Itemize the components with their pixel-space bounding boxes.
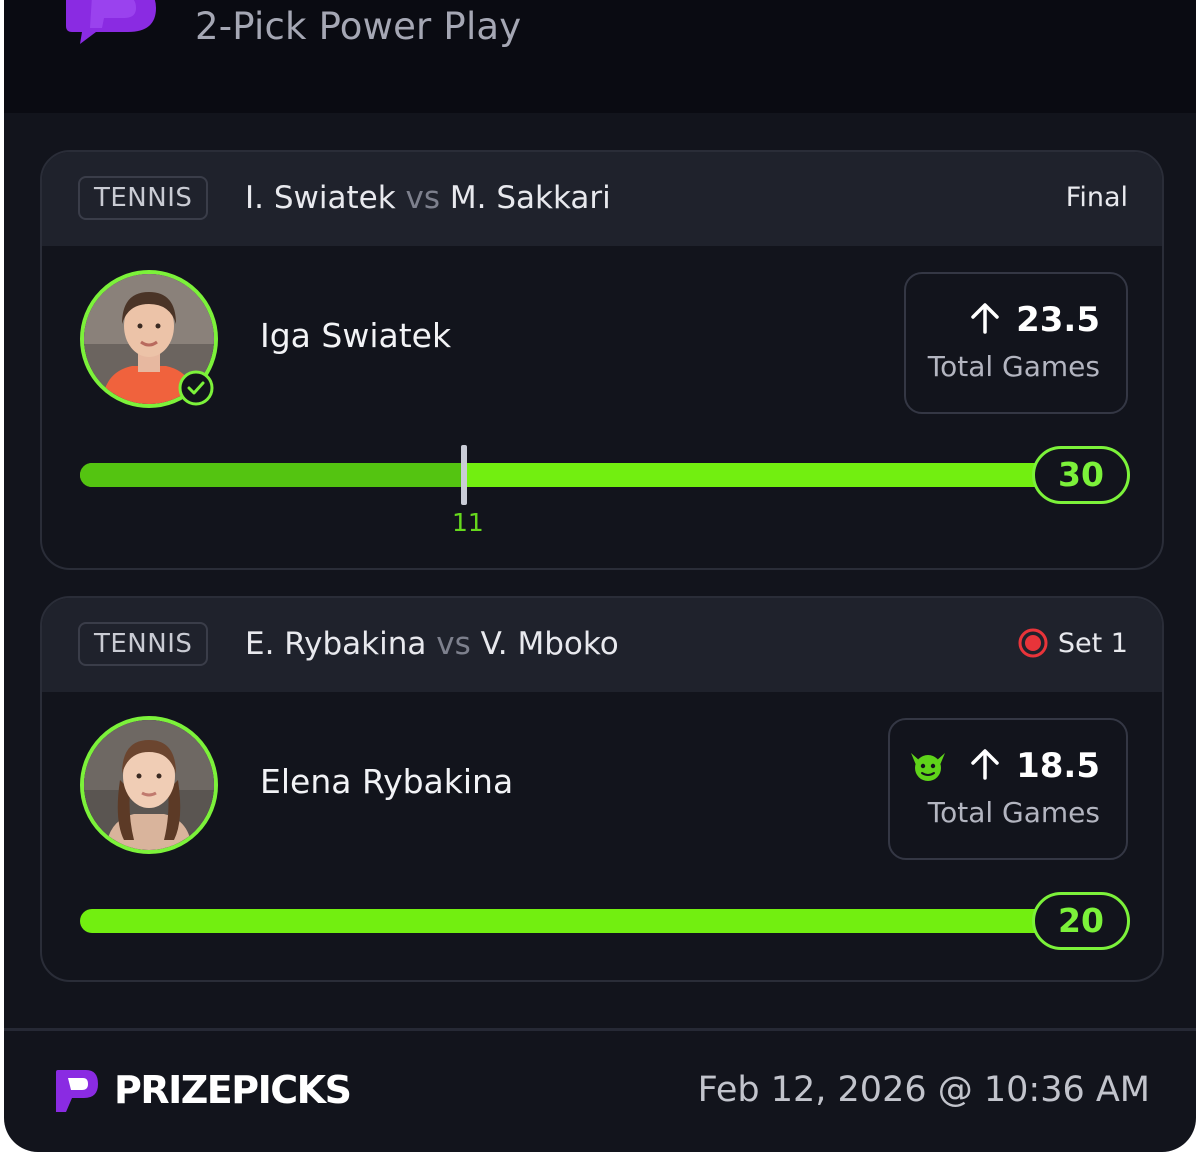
card-header: TENNIS I. Swiatek vs M. Sakkari Final	[42, 152, 1162, 246]
projection-box: 18.5 Total Games	[888, 718, 1128, 860]
sport-badge: TENNIS	[78, 176, 209, 220]
game-status: Final	[1065, 182, 1128, 213]
page-title: 2-Pick Power Play	[195, 5, 522, 48]
progress-prev-segment	[80, 463, 464, 487]
player-name: Elena Rybakina	[260, 762, 514, 801]
brand-wordmark: PRIZEPICKS	[114, 1068, 352, 1112]
matchup: I. Swiatek vs M. Sakkari	[245, 176, 611, 220]
marker-label: 11	[452, 508, 484, 537]
prizepicks-logo-icon	[56, 1070, 98, 1112]
share-card: 2-Pick Power Play TENNIS I. Swiatek vs M…	[4, 0, 1196, 1152]
current-score-pill: 30	[1032, 446, 1130, 504]
header: 2-Pick Power Play	[4, 0, 1196, 113]
status-text: Set 1	[1057, 628, 1128, 659]
pick-card[interactable]: TENNIS I. Swiatek vs M. Sakkari Final Ig…	[40, 150, 1164, 570]
pick-card[interactable]: TENNIS E. Rybakina vs V. Mboko Set 1 Ele…	[40, 596, 1164, 982]
prizepicks-logo-icon	[66, 0, 156, 44]
game-status: Set 1	[1018, 622, 1128, 666]
projection-box: 23.5 Total Games	[904, 272, 1128, 414]
progress-marker	[461, 445, 467, 505]
matchup: E. Rybakina vs V. Mboko	[245, 622, 619, 666]
line-value: 18.5	[1016, 746, 1100, 786]
avatar	[80, 716, 218, 854]
progress-bar	[80, 909, 1080, 933]
player-name: Iga Swiatek	[260, 316, 452, 355]
stat-type: Total Games	[927, 350, 1100, 383]
home-player: I. Swiatek	[245, 180, 396, 216]
player-photo	[84, 720, 214, 850]
card-header: TENNIS E. Rybakina vs V. Mboko Set 1	[42, 598, 1162, 692]
timestamp: Feb 12, 2026 @ 10:36 AM	[697, 1070, 1150, 1110]
goblin-icon	[911, 753, 946, 781]
arrow-up-icon	[971, 303, 999, 334]
arrow-up-icon	[971, 749, 999, 780]
vs-label: vs	[405, 180, 441, 216]
stat-type: Total Games	[927, 796, 1100, 829]
projection-line: 18.5	[908, 742, 1100, 790]
vs-label: vs	[436, 626, 471, 662]
check-badge-icon	[178, 370, 214, 406]
away-player: V. Mboko	[480, 626, 619, 662]
home-player: E. Rybakina	[245, 626, 427, 662]
away-player: M. Sakkari	[449, 180, 611, 216]
footer-divider	[4, 1028, 1196, 1031]
projection-line: 23.5	[968, 296, 1100, 344]
progress-bar	[80, 445, 1080, 505]
sport-badge: TENNIS	[78, 622, 209, 666]
current-score-pill: 20	[1032, 892, 1130, 950]
line-value: 23.5	[1016, 300, 1100, 340]
live-dot-icon	[1018, 628, 1048, 658]
